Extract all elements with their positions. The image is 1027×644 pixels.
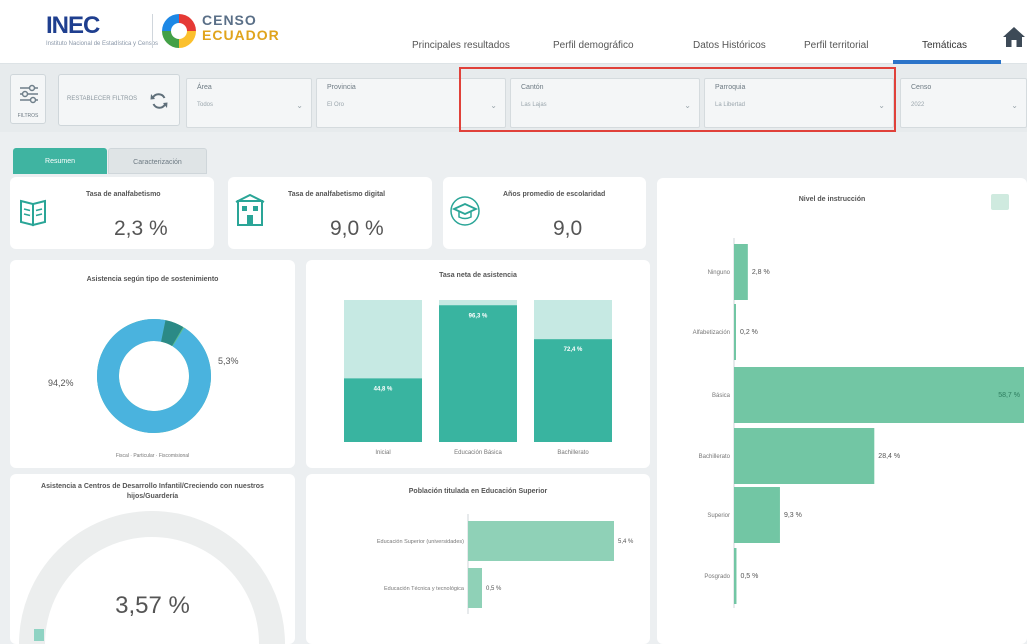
nivel-bar [734, 304, 736, 360]
attendance-bar [439, 305, 517, 442]
attendance-category-label: Educación Básica [454, 450, 502, 456]
nav-perfil-demografico[interactable]: Perfil demográfico [553, 40, 634, 51]
filters-toggle-label: FILTROS [17, 113, 39, 119]
superior-card: Población titulada en Educación Superior… [306, 474, 650, 644]
graduation-cap-icon [450, 196, 480, 226]
attendance-chart: 44,8 % Inicial 96,3 % Educación Básica 72,4 … [344, 300, 612, 456]
nivel-value-label: 9,3 % [784, 512, 802, 519]
chevron-down-icon: ⌄ [1011, 101, 1018, 110]
attendance-bar-value: 72,4 % [564, 347, 583, 353]
kpi-card-analfabetismo: Tasa de analfabetismo 2,3 % [10, 177, 214, 249]
filter-censo-value: 2022 [911, 102, 925, 108]
nivel-category-label: Bachillerato [699, 454, 731, 460]
reset-filters-label: RESTABLECER FILTROS [67, 96, 138, 102]
nivel-value-label: 0,5 % [740, 573, 758, 580]
kpi-title: Tasa de analfabetismo digital [288, 191, 386, 198]
nivel-category-label: Superior [707, 513, 730, 519]
superior-value-label: 0,5 % [486, 586, 502, 592]
nivel-value-label: 28,4 % [878, 453, 900, 460]
inec-logo-tagline: Instituto Nacional de Estadística y Cens… [46, 41, 159, 47]
nivel-bar [734, 548, 737, 604]
filter-censo-label: Censo [911, 84, 932, 91]
filter-censo[interactable]: Censo 2022 ⌄ [900, 78, 1027, 128]
refresh-icon [150, 93, 168, 109]
kpi-title: Tasa de analfabetismo [86, 191, 161, 198]
filter-area-value: Todos [197, 102, 214, 108]
nivel-bar [734, 367, 1024, 423]
inec-logo[interactable]: INEC Instituto Nacional de Estadística y… [46, 12, 158, 47]
donut-card: Asistencia según tipo de sostenimiento 9… [10, 260, 295, 468]
filter-provincia-label: Provincia [327, 84, 356, 91]
attendance-bar-value: 44,8 % [374, 386, 393, 392]
donut-label-secondary: 5,3% [218, 356, 239, 366]
censo-logo-line2: ECUADOR [202, 27, 280, 43]
highlight-annotation [459, 67, 896, 132]
nav-datos-historicos[interactable]: Datos Históricos [693, 40, 766, 51]
nivel-instruccion-card: Nivel de instrucción Ninguno 2,8 % Alfabet… [657, 178, 1027, 644]
filter-provincia-value: El Oro [327, 102, 345, 108]
superior-bar [468, 521, 614, 561]
nav-tematicas[interactable]: Temáticas [922, 40, 967, 51]
kpi-value: 9,0 % [330, 217, 384, 240]
nav-principales-resultados[interactable]: Principales resultados [412, 40, 510, 51]
header-bar: INEC Instituto Nacional de Estadística y… [0, 0, 1027, 64]
tab-caracterizacion[interactable]: Caracterización [108, 148, 207, 174]
nivel-value-label: 0,2 % [740, 329, 758, 336]
inec-logo-text: INEC [46, 12, 100, 39]
superior-chart: Educación Superior (universidades) 5,4 % E… [377, 514, 634, 614]
kpi-title: Años promedio de escolaridad [503, 191, 606, 198]
censo-logo-icon [162, 14, 196, 48]
superior-category-label: Educación Superior (universidades) [377, 539, 464, 545]
nivel-category-label: Alfabetización [693, 330, 730, 336]
nivel-bar [734, 428, 875, 484]
gauge-fill [34, 629, 44, 641]
kpi-value: 2,3 % [114, 217, 168, 240]
filter-area[interactable]: Área Todos ⌄ [186, 78, 312, 128]
kpi-card-analfabetismo-digital: Tasa de analfabetismo digital 9,0 % [228, 177, 432, 249]
nivel-bar [734, 244, 748, 300]
reset-filters-button[interactable]: RESTABLECER FILTROS [58, 74, 180, 126]
kpi-value: 9,0 [553, 217, 583, 240]
nivel-category-label: Posgrado [704, 574, 730, 580]
gauge-card: Asistencia a Centros de Desarrollo Infan… [10, 474, 295, 644]
donut-label-main: 94,2% [48, 378, 74, 388]
superior-value-label: 5,4 % [618, 539, 634, 545]
nivel-value-label: 58,7 % [998, 392, 1020, 399]
nivel-bar [734, 487, 780, 543]
nivel-value-label: 2,8 % [752, 269, 770, 276]
superior-category-label: Educación Técnica y tecnológica [384, 586, 465, 592]
donut-legend: Fiscal · Particular · Fiscomisional [115, 453, 190, 459]
attendance-card: Tasa neta de asistencia 44,8 % Inicial 96,… [306, 260, 650, 468]
donut-slice-main [97, 319, 211, 433]
attendance-bar-value: 96,3 % [469, 313, 488, 319]
sliders-icon [20, 84, 38, 104]
book-icon [20, 199, 46, 227]
superior-bar [468, 568, 482, 608]
attendance-category-label: Bachillerato [557, 450, 589, 456]
nav-perfil-territorial[interactable]: Perfil territorial [804, 40, 868, 51]
tab-resumen[interactable]: Resumen [13, 148, 107, 174]
kpi-card-escolaridad: Años promedio de escolaridad 9,0 [443, 177, 646, 249]
censo-ecuador-logo[interactable]: CENSO ECUADOR [162, 10, 302, 50]
filters-toggle-button[interactable]: FILTROS [10, 74, 46, 124]
censo-logo-line1: CENSO [202, 12, 257, 28]
chevron-down-icon: ⌄ [296, 101, 303, 110]
building-icon [235, 193, 265, 226]
attendance-bar [534, 339, 612, 442]
gauge-value: 3,57 % [115, 592, 190, 619]
nivel-chart: Ninguno 2,8 % Alfabetización 0,2 % Básica 58,… [693, 238, 1024, 608]
donut-chart [97, 319, 211, 433]
home-icon[interactable] [1002, 26, 1026, 48]
nivel-category-label: Ninguno [708, 270, 731, 276]
filter-area-label: Área [197, 84, 212, 91]
attendance-category-label: Inicial [375, 450, 390, 456]
nivel-category-label: Básica [712, 393, 731, 399]
logo-divider [152, 14, 153, 48]
